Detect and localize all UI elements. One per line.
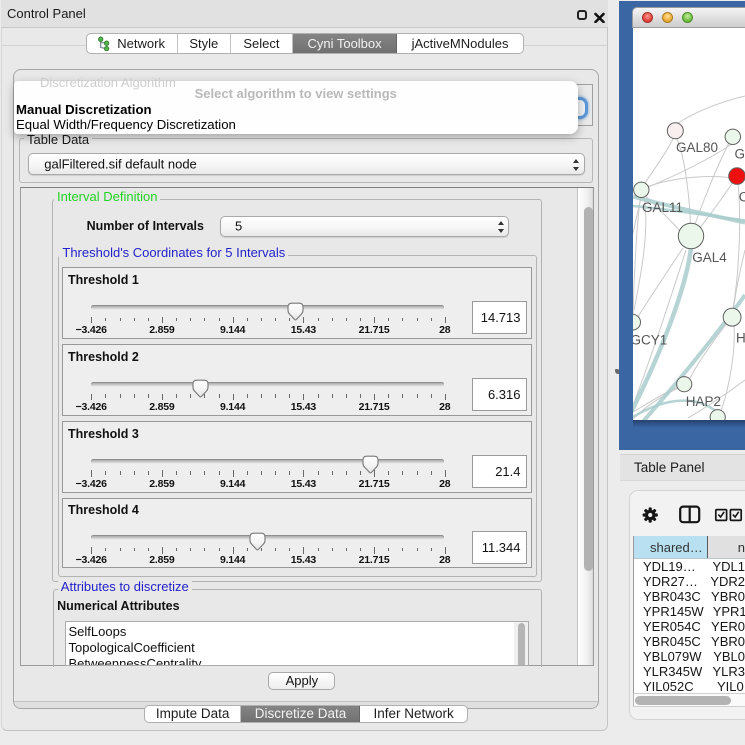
- svg-text:H: H: [736, 331, 745, 346]
- svg-text:GCY1: GCY1: [633, 333, 667, 348]
- svg-text:HAP2: HAP2: [686, 394, 721, 409]
- svg-text:GAL11: GAL11: [642, 200, 683, 215]
- svg-text:GAL4: GAL4: [692, 250, 727, 265]
- svg-text:C: C: [739, 190, 745, 205]
- svg-text:GA: GA: [735, 147, 745, 162]
- svg-text:GAL80: GAL80: [676, 140, 718, 155]
